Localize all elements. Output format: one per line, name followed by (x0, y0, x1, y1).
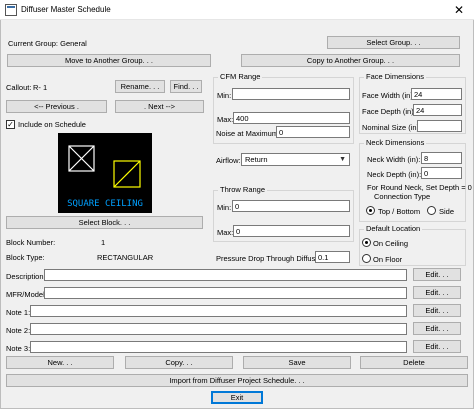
on-floor-radio[interactable] (362, 254, 371, 263)
mfr-model-label: MFR/Model: (6, 290, 47, 299)
side-radio[interactable] (427, 206, 436, 215)
face-dimensions-title: Face Dimensions (364, 72, 426, 81)
cfm-min-label: Min: (217, 91, 232, 100)
neck-depth-label: Neck Depth (in): (367, 170, 422, 179)
block-type-label: Block Type: (6, 253, 45, 262)
note3-label: Note 3: (6, 344, 31, 353)
neck-width-input[interactable] (421, 152, 462, 164)
nominal-size-input[interactable] (417, 120, 462, 132)
throw-min-input[interactable] (232, 200, 350, 212)
block-preview: SQUARE CEILING (58, 133, 152, 213)
rename-button[interactable]: Rename. . . (115, 80, 165, 93)
find-button[interactable]: Find. . . (170, 80, 202, 93)
note2-edit-button[interactable]: Edit. . . (413, 322, 461, 335)
chevron-down-icon[interactable]: ▼ (339, 156, 346, 163)
include-schedule-checkbox[interactable]: ✓ (6, 120, 15, 129)
import-button[interactable]: Import from Diffuser Project Schedule. .… (6, 374, 468, 387)
cfm-max-label: Max: (217, 115, 234, 124)
default-location-title: Default Location (364, 224, 423, 233)
throw-max-input[interactable] (233, 225, 350, 237)
note2-label: Note 2: (6, 326, 31, 335)
airflow-label: Airflow: (216, 156, 241, 165)
select-block-button[interactable]: Select Block. . . (6, 216, 203, 229)
throw-range-title: Throw Range (218, 185, 268, 194)
cfm-range-title: CFM Range (218, 72, 263, 81)
face-depth-input[interactable] (413, 104, 462, 116)
noise-input[interactable] (276, 126, 350, 138)
nominal-size-label: Nominal Size (in): (362, 123, 422, 132)
description-edit-button[interactable]: Edit. . . (413, 268, 461, 281)
next-button[interactable]: . Next --> (115, 100, 204, 113)
delete-button[interactable]: Delete (360, 356, 468, 369)
window-title: Diffuser Master Schedule (21, 5, 111, 14)
note1-label: Note 1: (6, 308, 31, 317)
neck-width-label: Neck Width (in): (367, 155, 421, 164)
face-depth-label: Face Depth (in): (362, 107, 416, 116)
app-icon (5, 4, 17, 16)
on-ceiling-radio[interactable] (362, 238, 371, 247)
callout-value: R- 1 (33, 83, 48, 92)
face-width-label: Face Width (in): (362, 91, 415, 100)
cfm-max-input[interactable] (233, 112, 350, 124)
top-bottom-radio[interactable] (366, 206, 375, 215)
note3-input[interactable] (30, 341, 407, 353)
move-to-group-button[interactable]: Move to Another Group. . . (7, 54, 211, 67)
side-label: Side (439, 207, 455, 216)
diagonal-line (113, 160, 141, 188)
pressure-drop-label: Pressure Drop Through Diffuser: (216, 254, 325, 263)
copy-button[interactable]: Copy. . . (125, 356, 233, 369)
throw-min-label: Min: (217, 203, 232, 212)
preview-caption: SQUARE CEILING (67, 199, 143, 209)
close-icon[interactable]: ✕ (444, 0, 474, 20)
description-label: Description: (6, 272, 46, 281)
noise-label: Noise at Maximum: (216, 129, 281, 138)
block-number-label: Block Number: (6, 238, 56, 247)
exit-button[interactable]: Exit (211, 391, 263, 404)
note3-edit-button[interactable]: Edit. . . (413, 340, 461, 353)
note1-input[interactable] (30, 305, 407, 317)
round-neck-note: For Round Neck, Set Depth = 0 (367, 183, 472, 192)
title-bar: Diffuser Master Schedule ✕ (0, 0, 474, 20)
connection-type-label: Connection Type (374, 192, 431, 201)
mfr-model-edit-button[interactable]: Edit. . . (413, 286, 461, 299)
current-group-label: Current Group: General (8, 39, 87, 48)
note1-edit-button[interactable]: Edit. . . (413, 304, 461, 317)
block-type-value: RECTANGULAR (97, 253, 154, 262)
include-schedule-label: Include on Schedule (18, 120, 86, 129)
on-floor-label: On Floor (373, 255, 403, 264)
throw-max-label: Max: (217, 228, 234, 237)
pressure-drop-input[interactable] (315, 251, 350, 263)
current-group-value: General (60, 39, 87, 48)
top-bottom-label: Top / Bottom (378, 207, 421, 216)
callout-label: Callout: (6, 83, 32, 92)
select-group-button[interactable]: Select Group. . . (327, 36, 460, 49)
neck-dimensions-title: Neck Dimensions (364, 138, 427, 147)
airflow-value: Return (245, 155, 268, 164)
on-ceiling-label: On Ceiling (373, 239, 409, 248)
airflow-select[interactable]: Return ▼ (241, 153, 350, 166)
save-button[interactable]: Save (243, 356, 351, 369)
description-input[interactable] (44, 269, 407, 281)
neck-depth-input[interactable] (421, 167, 462, 179)
square-ceiling-diagram: SQUARE CEILING (67, 145, 143, 209)
copy-to-group-button[interactable]: Copy to Another Group. . . (241, 54, 460, 67)
note2-input[interactable] (30, 323, 407, 335)
mfr-model-input[interactable] (44, 287, 407, 299)
cfm-min-input[interactable] (232, 88, 350, 100)
new-button[interactable]: New. . . (6, 356, 114, 369)
face-width-input[interactable] (411, 88, 462, 100)
block-number-value: 1 (101, 238, 106, 247)
previous-button[interactable]: <-- Previous . (6, 100, 107, 113)
